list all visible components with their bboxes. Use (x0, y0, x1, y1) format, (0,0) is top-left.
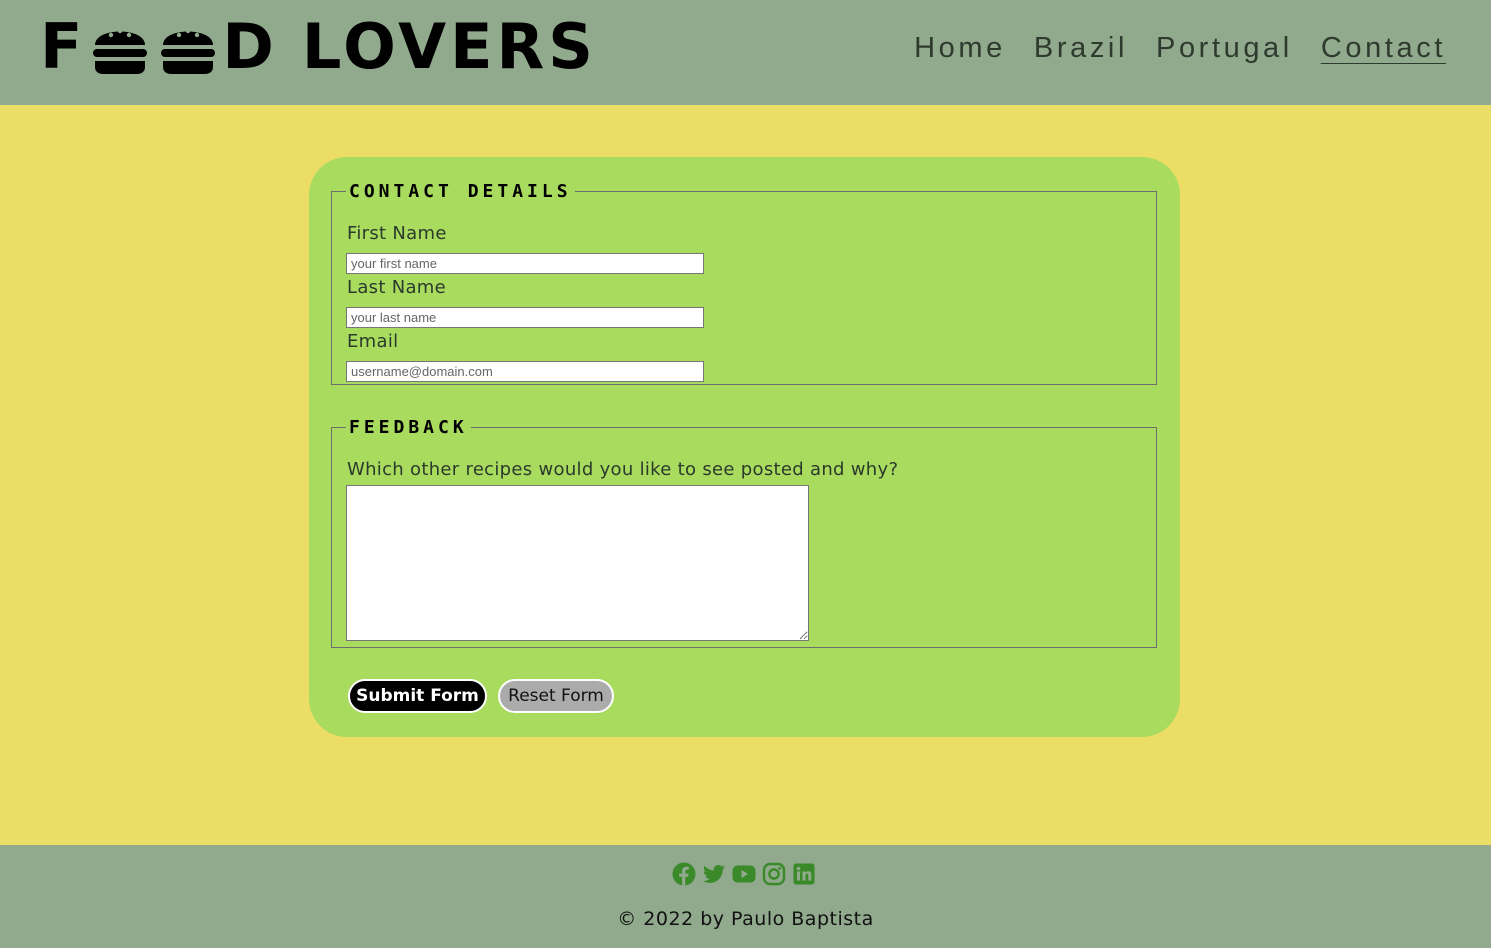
contact-details-fieldset: CONTACT DETAILS First Name Last Name Ema… (331, 181, 1157, 385)
logo-word: LOVERS (301, 10, 597, 83)
feedback-textarea[interactable] (346, 485, 809, 641)
last-name-input[interactable] (346, 307, 704, 328)
burger-icon (161, 28, 216, 74)
nav-contact[interactable]: Contact (1321, 28, 1446, 68)
feedback-question-label: Which other recipes would you like to se… (347, 459, 899, 480)
email-input[interactable] (346, 361, 704, 382)
email-label: Email (347, 331, 399, 352)
last-name-label: Last Name (347, 277, 447, 298)
main-nav: Home Brazil Portugal Contact (914, 28, 1446, 68)
copyright-text: © 2022 by Paulo Baptista (617, 908, 874, 930)
facebook-icon[interactable] (672, 862, 696, 886)
site-logo[interactable]: F D LOVERS (40, 16, 597, 78)
site-footer: © 2022 by Paulo Baptista (0, 845, 1491, 948)
reset-button[interactable]: Reset Form (498, 679, 614, 713)
logo-letter-f: F (40, 10, 87, 83)
contact-form: CONTACT DETAILS First Name Last Name Ema… (309, 157, 1180, 737)
site-header: F D LOVERS Home Brazil Portugal Contact (0, 0, 1491, 105)
youtube-icon[interactable] (732, 862, 756, 886)
instagram-icon[interactable] (762, 862, 786, 886)
nav-portugal[interactable]: Portugal (1156, 28, 1293, 68)
linkedin-icon[interactable] (792, 862, 816, 886)
nav-brazil[interactable]: Brazil (1034, 28, 1128, 68)
twitter-icon[interactable] (702, 862, 726, 886)
first-name-input[interactable] (346, 253, 704, 274)
nav-home[interactable]: Home (914, 28, 1006, 68)
contact-details-legend: CONTACT DETAILS (349, 181, 572, 202)
logo-letter-d: D (222, 10, 278, 83)
first-name-label: First Name (347, 223, 447, 244)
feedback-fieldset: FEEDBACK Which other recipes would you l… (331, 417, 1157, 648)
submit-button[interactable]: Submit Form (348, 679, 487, 713)
burger-icon (93, 28, 148, 74)
social-links (672, 862, 816, 886)
feedback-legend: FEEDBACK (349, 417, 468, 438)
